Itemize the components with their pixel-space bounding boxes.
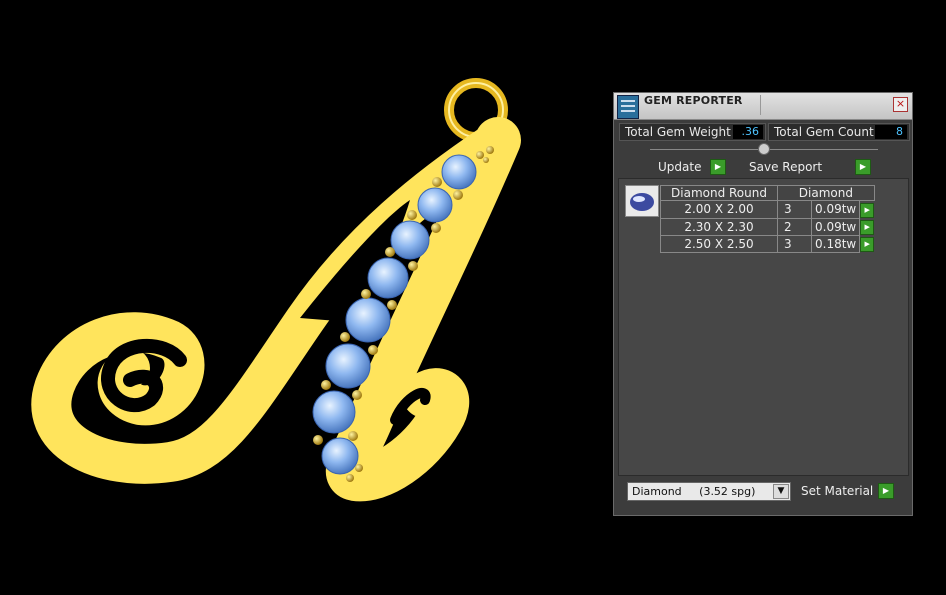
- gem-count: 3: [777, 200, 812, 219]
- gem-reporter-panel: GEM REPORTER × Total Gem Weight .36 Tota…: [613, 92, 913, 516]
- gem-list-area: Diamond Round Diamond 2.00 X 2.00 3 0.09…: [618, 178, 909, 476]
- gem-weight: 0.09tw: [810, 200, 861, 219]
- go-arrow-icon[interactable]: ▶: [860, 220, 875, 235]
- gem-size: 2.00 X 2.00: [660, 200, 778, 219]
- update-button[interactable]: Update ▶: [656, 159, 726, 175]
- total-gem-count-box: Total Gem Count 8: [768, 123, 910, 141]
- go-arrow-icon[interactable]: ▶: [855, 159, 871, 175]
- gem-size: 2.50 X 2.50: [660, 234, 778, 253]
- total-gem-weight-box: Total Gem Weight .36: [619, 123, 766, 141]
- gem-weight: 0.18tw: [810, 234, 861, 253]
- total-gem-weight-label: Total Gem Weight: [625, 125, 731, 139]
- title-divider: [760, 95, 761, 115]
- material-select-value: Diamond (3.52 spg): [632, 485, 756, 498]
- material-select[interactable]: Diamond (3.52 spg) ▼: [627, 482, 791, 501]
- gem-thumbnail-icon[interactable]: [625, 185, 659, 217]
- total-gem-count-label: Total Gem Count: [774, 125, 874, 139]
- go-arrow-icon[interactable]: ▶: [878, 483, 894, 499]
- panel-title: GEM REPORTER: [644, 94, 743, 107]
- set-material-label: Set Material: [801, 484, 874, 498]
- material-header: Diamond: [777, 185, 875, 201]
- gem-size: 2.30 X 2.30: [660, 217, 778, 236]
- gem-count: 3: [777, 234, 812, 253]
- letter-a-pendant: [31, 78, 521, 502]
- shape-header: Diamond Round: [660, 185, 778, 201]
- panel-splitter-knob[interactable]: [758, 143, 770, 155]
- total-gem-weight-value: .36: [733, 125, 763, 139]
- table-row[interactable]: 2.00 X 2.00 3 0.09tw ▶: [660, 200, 875, 219]
- go-arrow-icon[interactable]: ▶: [710, 159, 726, 175]
- go-arrow-icon[interactable]: ▶: [860, 203, 875, 218]
- app-icon: [617, 95, 639, 119]
- close-icon[interactable]: ×: [893, 97, 908, 112]
- dropdown-arrow-icon[interactable]: ▼: [773, 484, 789, 499]
- set-material-button[interactable]: Set Material ▶: [799, 483, 894, 499]
- gem-table: Diamond Round Diamond 2.00 X 2.00 3 0.09…: [660, 185, 875, 253]
- go-arrow-icon[interactable]: ▶: [860, 237, 875, 252]
- update-label: Update: [658, 160, 702, 174]
- save-report-label: Save Report: [749, 160, 823, 174]
- table-row[interactable]: 2.50 X 2.50 3 0.18tw ▶: [660, 234, 875, 253]
- total-gem-count-value: 8: [875, 125, 907, 139]
- title-bar[interactable]: GEM REPORTER ×: [614, 93, 912, 120]
- gem-weight: 0.09tw: [810, 217, 861, 236]
- save-report-button[interactable]: Save Report ▶: [747, 159, 871, 175]
- table-row[interactable]: 2.30 X 2.30 2 0.09tw ▶: [660, 217, 875, 236]
- gem-count: 2: [777, 217, 812, 236]
